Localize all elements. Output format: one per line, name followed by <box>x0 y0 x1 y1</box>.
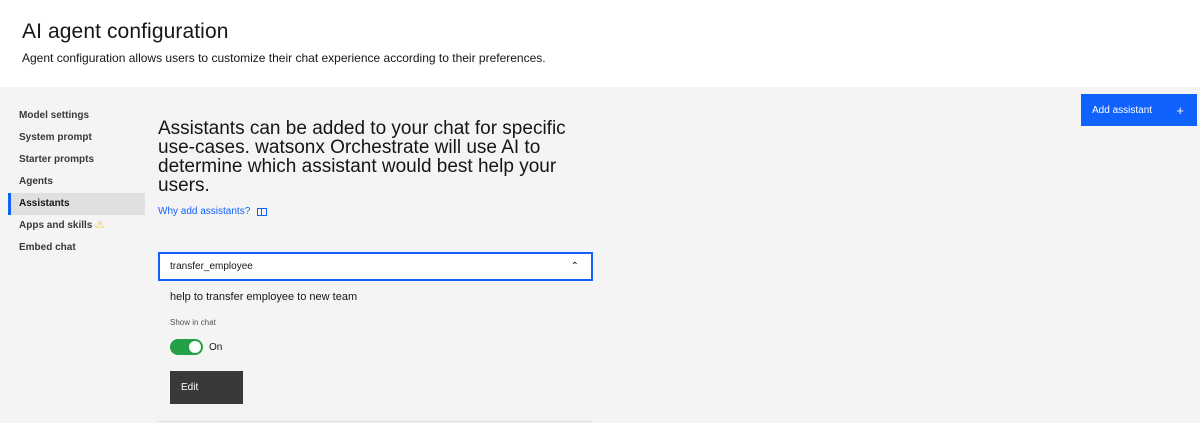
assistant-name: transfer_employee <box>170 261 253 272</box>
why-link-label: Why add assistants? <box>158 206 251 217</box>
assistant-description: help to transfer employee to new team <box>170 291 358 303</box>
sidebar-item-system-prompt[interactable]: System prompt <box>8 127 145 149</box>
why-add-assistants-link[interactable]: Why add assistants? <box>158 206 268 217</box>
show-in-chat-toggle[interactable]: On <box>170 339 222 355</box>
sidebar-item-label: Starter prompts <box>19 154 95 165</box>
sidebar-item-label: Apps and skills <box>19 220 93 231</box>
edit-button[interactable]: Edit <box>170 371 243 404</box>
sidebar-item-model-settings[interactable]: Model settings <box>8 105 145 127</box>
sidebar-item-label: Model settings <box>19 110 90 121</box>
sidebar-item-label: Assistants <box>19 198 70 209</box>
plus-icon: + <box>1176 102 1184 118</box>
content-area: Model settings System prompt Starter pro… <box>0 87 1200 423</box>
show-in-chat-label: Show in chat <box>170 318 216 327</box>
page-header: AI agent configuration Agent configurati… <box>0 0 1200 87</box>
chevron-up-icon: ⌃ <box>570 261 579 272</box>
sidebar-nav: Model settings System prompt Starter pro… <box>8 105 145 259</box>
book-icon <box>257 207 268 216</box>
toggle-track[interactable] <box>170 339 203 355</box>
page-subtitle: Agent configuration allows users to cust… <box>22 51 546 65</box>
sidebar-item-label: System prompt <box>19 132 92 143</box>
sidebar-item-assistants[interactable]: Assistants <box>8 193 145 215</box>
page-title: AI agent configuration <box>22 20 229 43</box>
toggle-state-label: On <box>209 341 223 353</box>
assistants-intro-text: Assistants can be added to your chat for… <box>158 118 566 196</box>
add-assistant-label: Add assistant <box>1092 104 1153 116</box>
divider <box>158 421 593 422</box>
sidebar-item-label: Agents <box>19 176 53 187</box>
sidebar-item-embed-chat[interactable]: Embed chat <box>8 237 145 259</box>
sidebar-item-agents[interactable]: Agents <box>8 171 145 193</box>
toggle-knob <box>189 341 201 353</box>
sidebar-item-starter-prompts[interactable]: Starter prompts <box>8 149 145 171</box>
warning-icon: ⚠ <box>95 220 105 231</box>
sidebar-item-apps-and-skills[interactable]: Apps and skills ⚠ <box>8 215 145 237</box>
sidebar-item-label: Embed chat <box>19 242 76 253</box>
assistant-accordion-header[interactable]: transfer_employee ⌃ <box>158 252 593 281</box>
add-assistant-button[interactable]: Add assistant + <box>1081 94 1197 126</box>
